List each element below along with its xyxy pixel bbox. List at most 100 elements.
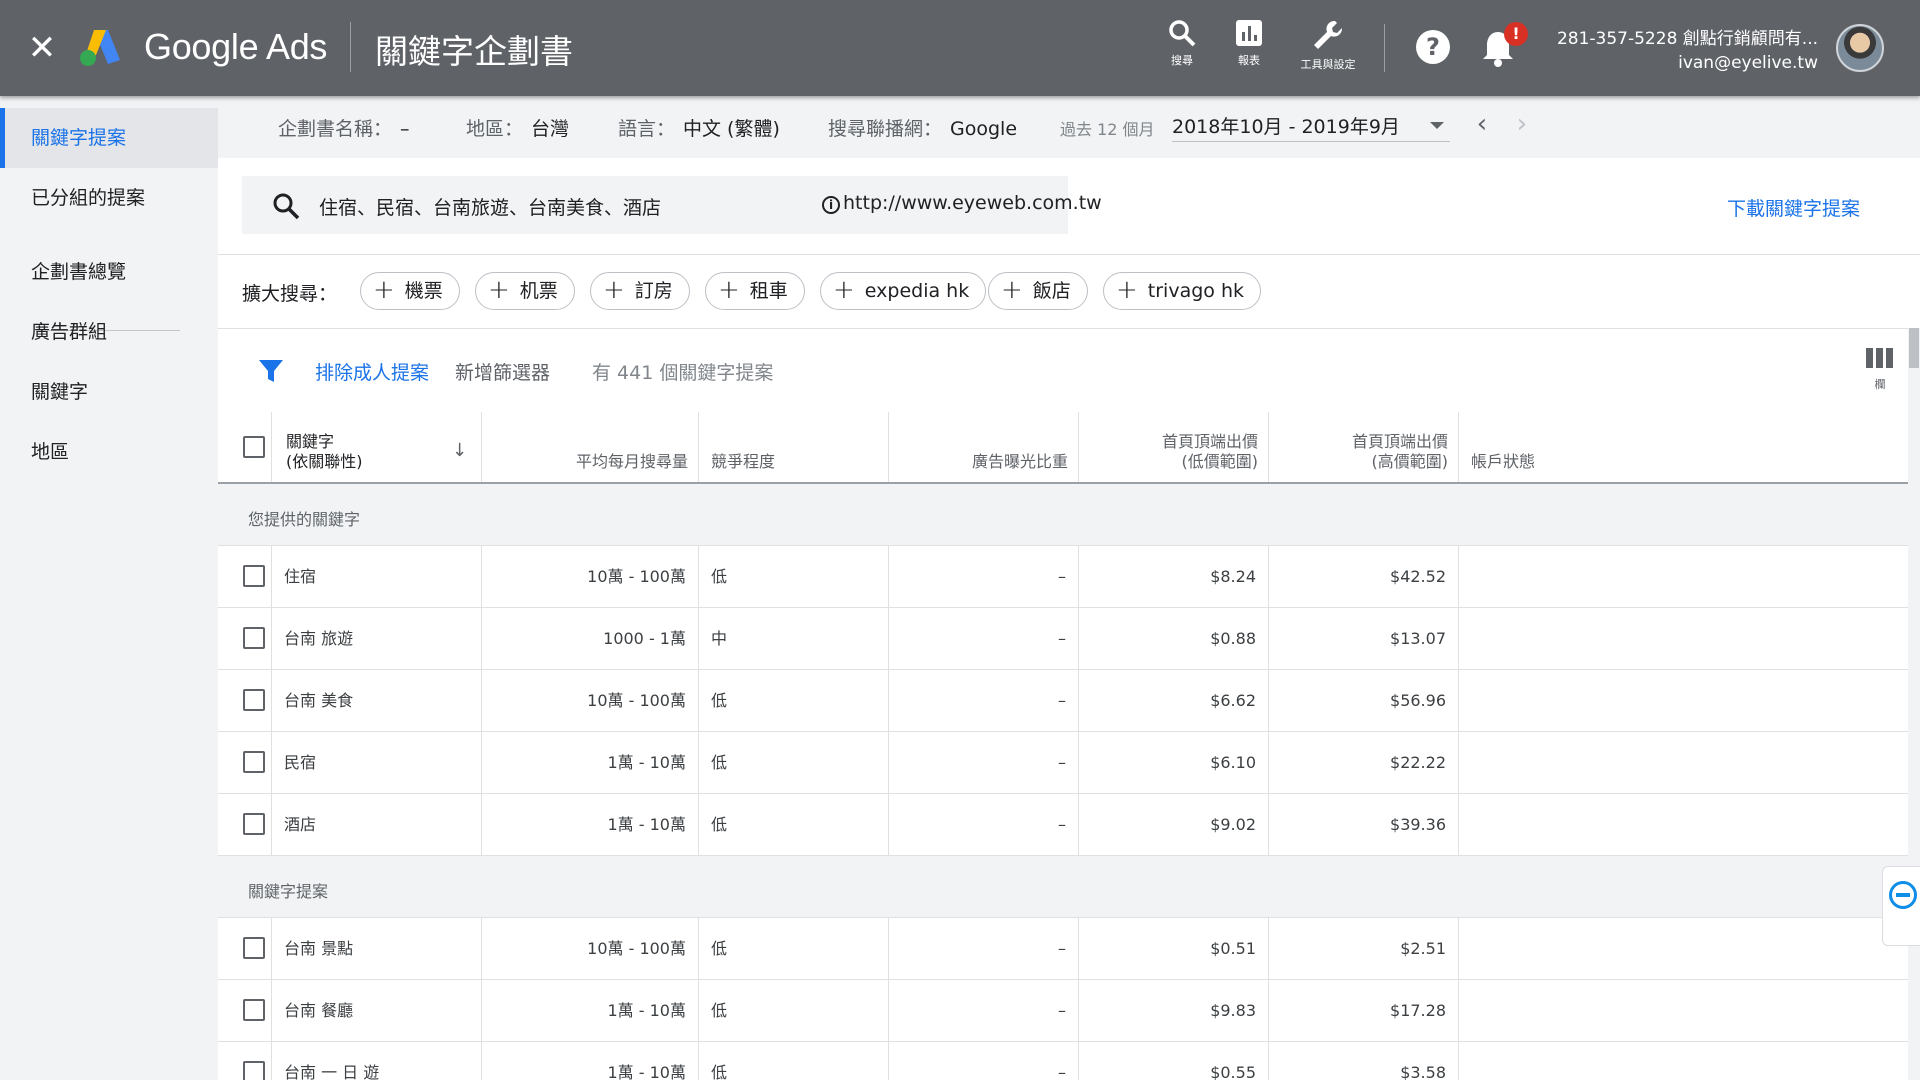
column-bid-high[interactable]: 首頁頂端出價 (高價範圍) bbox=[1269, 412, 1459, 482]
brand-name: Google Ads bbox=[144, 26, 328, 67]
question-icon[interactable]: ? bbox=[1416, 30, 1450, 64]
column-impression-share[interactable]: 廣告曝光比重 bbox=[889, 412, 1079, 482]
account-email: ivan@eyelive.tw bbox=[1678, 53, 1818, 73]
section-keyword-ideas: 關鍵字提案 bbox=[218, 856, 1908, 918]
date-range-select[interactable]: 2018年10月 - 2019年9月 bbox=[1172, 108, 1450, 142]
column-competition[interactable]: 競爭程度 bbox=[699, 412, 889, 482]
column-bid-high-label: 首頁頂端出價 (高價範圍) bbox=[1352, 432, 1448, 472]
close-icon[interactable]: ✕ bbox=[24, 28, 60, 68]
website-url: i http://www.eyeweb.com.tw bbox=[822, 192, 1102, 214]
language-setting[interactable]: 語言： 中文 (繁體) bbox=[618, 114, 780, 141]
sidebar-item-ad-groups[interactable]: 廣告群組 bbox=[0, 302, 218, 362]
reports-tool-label: 報表 bbox=[1238, 54, 1260, 67]
account-status-cell bbox=[1459, 608, 1908, 669]
impression-share-cell: – bbox=[889, 1042, 1079, 1080]
column-account-status[interactable]: 帳戶狀態 bbox=[1459, 412, 1908, 482]
account-switcher[interactable]: 281-357-5228 創點行銷顧問有... ivan@eyelive.tw bbox=[1557, 24, 1818, 73]
broaden-chip[interactable]: + 機票 bbox=[360, 272, 460, 310]
filter-icon[interactable] bbox=[258, 358, 284, 384]
broaden-chip[interactable]: + 飯店 bbox=[988, 272, 1088, 310]
info-icon: i bbox=[822, 196, 840, 214]
columns-button[interactable]: 欄 bbox=[1862, 348, 1898, 392]
chevron-down-icon bbox=[1430, 122, 1444, 129]
sidebar-item-grouped-ideas[interactable]: 已分組的提案 bbox=[0, 168, 218, 228]
network-setting[interactable]: 搜尋聯播網： Google bbox=[828, 114, 1017, 141]
select-all-checkbox[interactable] bbox=[243, 436, 265, 458]
network-value: Google bbox=[950, 118, 1018, 140]
reports-tool-button[interactable]: 報表 bbox=[1209, 18, 1289, 68]
bid-low-cell: $0.51 bbox=[1079, 918, 1269, 979]
previous-period-icon[interactable]: ‹ bbox=[1468, 110, 1496, 140]
bid-low-cell: $6.10 bbox=[1079, 732, 1269, 793]
scrollbar-thumb[interactable] bbox=[1909, 328, 1919, 368]
search-keywords: 住宿、民宿、台南旅遊、台南美食、酒店 bbox=[319, 197, 662, 219]
section-provided-label: 您提供的關鍵字 bbox=[248, 510, 361, 529]
column-avg-searches[interactable]: 平均每月搜尋量 bbox=[482, 412, 699, 482]
broaden-chip-label: 機票 bbox=[404, 280, 443, 302]
download-keyword-ideas-link[interactable]: 下載關鍵字提案 bbox=[1727, 194, 1860, 221]
competition-cell: 中 bbox=[699, 608, 889, 669]
column-keyword-line2: (依關聯性) bbox=[286, 452, 363, 471]
broaden-chip[interactable]: + trivago hk bbox=[1103, 272, 1261, 310]
impression-share-cell: – bbox=[889, 794, 1079, 855]
row-checkbox[interactable] bbox=[243, 689, 265, 711]
bid-high-cell: $56.96 bbox=[1269, 670, 1459, 731]
add-filter-button[interactable]: 新增篩選器 bbox=[455, 358, 550, 385]
location-setting[interactable]: 地區： 台灣 bbox=[466, 114, 569, 141]
row-checkbox[interactable] bbox=[243, 627, 265, 649]
column-bid-low[interactable]: 首頁頂端出價 (低價範圍) bbox=[1079, 412, 1269, 482]
account-status-cell bbox=[1459, 794, 1908, 855]
tools-settings-button[interactable]: 工具與設定 bbox=[1288, 18, 1368, 72]
sort-arrow-icon[interactable]: ↓ bbox=[452, 440, 467, 461]
table-row: 民宿 1萬 - 10萬 低 – $6.10 $22.22 bbox=[218, 732, 1908, 794]
broaden-chip[interactable]: + 訂房 bbox=[590, 272, 690, 310]
column-keyword-label: 關鍵字 (依關聯性) bbox=[286, 432, 363, 472]
bid-high-cell: $3.58 bbox=[1269, 1042, 1459, 1080]
table-row: 台南 餐廳 1萬 - 10萬 低 – $9.83 $17.28 bbox=[218, 980, 1908, 1042]
column-keyword[interactable]: 關鍵字 (依關聯性) ↓ bbox=[272, 412, 482, 482]
row-checkbox[interactable] bbox=[243, 1061, 265, 1080]
impression-share-cell: – bbox=[889, 608, 1079, 669]
bid-low-cell: $0.55 bbox=[1079, 1042, 1269, 1080]
impression-share-cell: – bbox=[889, 918, 1079, 979]
bid-high-cell: $39.36 bbox=[1269, 794, 1459, 855]
bid-high-cell: $13.07 bbox=[1269, 608, 1459, 669]
broaden-chip[interactable]: + expedia hk bbox=[820, 272, 987, 310]
keyword-cell: 台南 餐廳 bbox=[272, 980, 482, 1041]
exclude-adult-filter[interactable]: 排除成人提案 bbox=[315, 358, 429, 385]
row-checkbox[interactable] bbox=[243, 937, 265, 959]
location-label: 地區： bbox=[466, 118, 524, 140]
impression-share-cell: – bbox=[889, 546, 1079, 607]
competition-cell: 低 bbox=[699, 794, 889, 855]
sidebar-item-keywords[interactable]: 關鍵字 bbox=[0, 362, 218, 422]
row-checkbox[interactable] bbox=[243, 751, 265, 773]
plan-name-setting[interactable]: 企劃書名稱： – bbox=[278, 114, 410, 141]
broaden-chip[interactable]: + 机票 bbox=[475, 272, 575, 310]
sidebar-item-plan-overview[interactable]: 企劃書總覽 bbox=[0, 242, 218, 302]
keyword-cell: 台南 旅遊 bbox=[272, 608, 482, 669]
remote-support-tab[interactable] bbox=[1882, 866, 1920, 946]
next-period-icon[interactable]: › bbox=[1508, 110, 1536, 140]
column-bid-low-line2: (低價範圍) bbox=[1181, 452, 1259, 471]
table-row: 酒店 1萬 - 10萬 低 – $9.02 $39.36 bbox=[218, 794, 1908, 856]
avatar[interactable] bbox=[1836, 24, 1884, 72]
top-app-bar: ✕ Google Ads 關鍵字企劃書 搜尋 報表 工具與設定 ? ! 281-… bbox=[0, 0, 1920, 96]
sidebar-item-keyword-ideas[interactable]: 關鍵字提案 bbox=[0, 108, 218, 168]
keyword-cell: 民宿 bbox=[272, 732, 482, 793]
bid-low-cell: $8.24 bbox=[1079, 546, 1269, 607]
row-checkbox[interactable] bbox=[243, 999, 265, 1021]
account-status-cell bbox=[1459, 670, 1908, 731]
sidebar-item-locations[interactable]: 地區 bbox=[0, 422, 218, 482]
row-checkbox[interactable] bbox=[243, 565, 265, 587]
scrollbar-track[interactable] bbox=[1908, 328, 1920, 1080]
table-row: 台南 景點 10萬 - 100萬 低 – $0.51 $2.51 bbox=[218, 918, 1908, 980]
broaden-chip[interactable]: + 租車 bbox=[705, 272, 805, 310]
volume-cell: 10萬 - 100萬 bbox=[482, 918, 699, 979]
row-checkbox[interactable] bbox=[243, 813, 265, 835]
plus-icon: + bbox=[1116, 275, 1138, 305]
volume-cell: 1萬 - 10萬 bbox=[482, 794, 699, 855]
keyword-search-input[interactable]: 住宿、民宿、台南旅遊、台南美食、酒店 i http://www.eyeweb.co… bbox=[242, 176, 1102, 234]
impression-share-cell: – bbox=[889, 980, 1079, 1041]
plus-icon: + bbox=[373, 275, 395, 305]
volume-cell: 10萬 - 100萬 bbox=[482, 546, 699, 607]
